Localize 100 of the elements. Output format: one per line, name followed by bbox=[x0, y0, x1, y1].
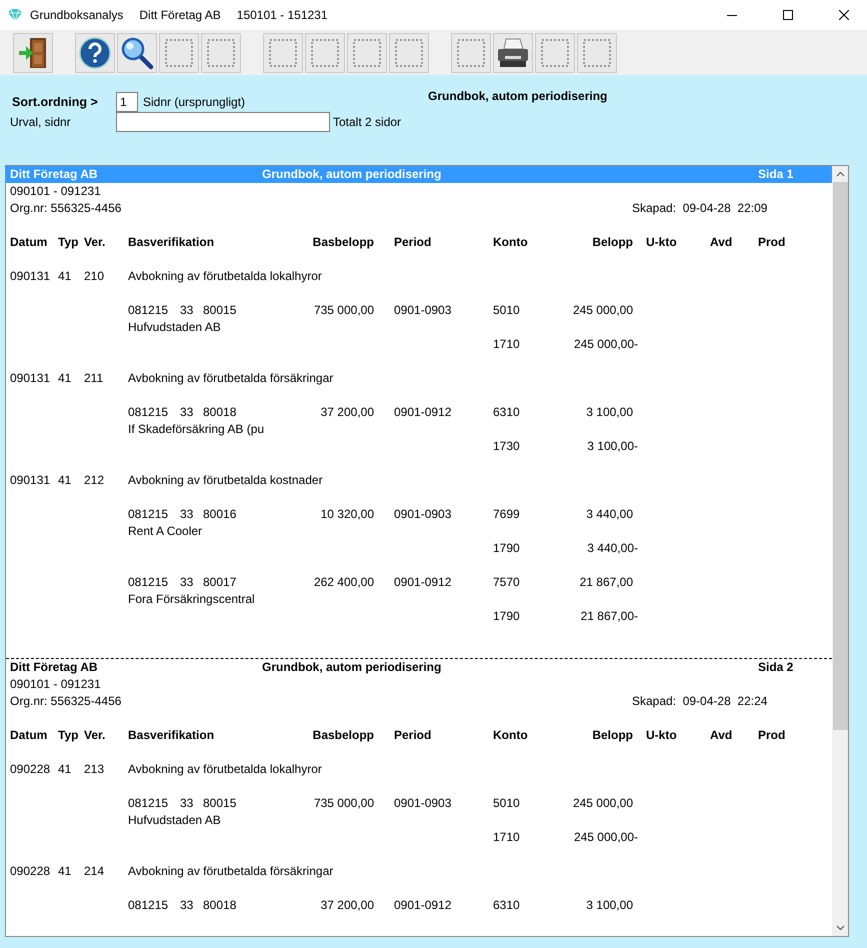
base-voucher-cell: 80015 bbox=[203, 302, 236, 319]
account-cell-text: 6310 bbox=[493, 897, 521, 914]
column-header: Basverifikation bbox=[128, 727, 216, 744]
counterparty-cell: Fora Försäkringscentral bbox=[128, 591, 255, 608]
column-header: Basbelopp bbox=[312, 727, 374, 744]
base-amount-cell-text: 735 000,00 bbox=[312, 302, 374, 319]
sort-order-label: Sort.ordning > bbox=[11, 95, 99, 109]
account-cell-text: 5010 bbox=[493, 302, 521, 319]
empty-toolbar-button[interactable] bbox=[263, 32, 303, 72]
period-cell-text: 0901-0912 bbox=[394, 897, 452, 914]
amount-cell-text: 3 100,00 bbox=[585, 897, 633, 914]
period-cell-text: 0901-0912 bbox=[394, 574, 452, 591]
base-type-cell-text: 33 bbox=[180, 302, 194, 319]
empty-toolbar-button[interactable] bbox=[577, 32, 617, 72]
column-header: Prod bbox=[758, 234, 786, 251]
exit-button[interactable] bbox=[13, 32, 53, 72]
base-voucher-cell: 80018 bbox=[203, 897, 236, 914]
base-amount-cell-text: 37 200,00 bbox=[320, 404, 374, 421]
scroll-down-icon[interactable] bbox=[836, 925, 844, 931]
base-date-cell-text: 081215 bbox=[128, 404, 170, 421]
counterparty-cell: Rent A Cooler bbox=[128, 523, 202, 540]
description-cell: Avbokning av förutbetalda lokalhyror bbox=[128, 761, 322, 778]
amount-cell-text: 3 100,00 bbox=[585, 404, 633, 421]
column-header: U-kto bbox=[646, 234, 678, 251]
base-amount-cell-text: 735 000,00 bbox=[312, 795, 374, 812]
base-date-cell-text: 081215 bbox=[128, 897, 170, 914]
maximize-icon[interactable] bbox=[783, 10, 793, 20]
close-icon[interactable] bbox=[839, 10, 849, 20]
date-cell-text: 090131 bbox=[10, 370, 52, 387]
sort-order-field[interactable]: 1 bbox=[116, 92, 138, 112]
account-cell-text: 7570 bbox=[493, 574, 521, 591]
period-cell-text: 0901-0903 bbox=[394, 795, 452, 812]
base-type-cell-text: 33 bbox=[180, 506, 194, 523]
selection-field[interactable] bbox=[116, 112, 330, 132]
window-title: 150101 - 151231 bbox=[236, 8, 328, 22]
window-title: Grundboksanalys bbox=[30, 8, 124, 22]
column-header: Prod bbox=[758, 727, 786, 744]
base-voucher-cell: 80015 bbox=[203, 795, 236, 812]
search-button[interactable] bbox=[117, 32, 157, 72]
voucher-cell-text: 213 bbox=[84, 761, 106, 778]
scroll-up-icon[interactable] bbox=[836, 171, 844, 177]
amount-cell: 245 000,00- bbox=[574, 337, 638, 351]
page-number: Sida 1 bbox=[758, 166, 794, 183]
base-date-cell-text: 081215 bbox=[128, 574, 170, 591]
account-cell-text: 1710 bbox=[493, 829, 521, 846]
column-header: Ver. bbox=[84, 727, 106, 744]
page-header-bar[interactable]: Ditt Företag AB Grundbok, autom periodisering Sida 2 bbox=[6, 659, 832, 676]
total-pages-text: Totalt 2 sidor bbox=[333, 115, 402, 129]
base-amount-cell-text: 262 400,00 bbox=[312, 574, 374, 591]
description-cell: Avbokning av förutbetalda försäkringar bbox=[128, 370, 334, 387]
type-cell-text: 41 bbox=[58, 761, 72, 778]
sort-order-text: Sidnr (ursprungligt) bbox=[143, 95, 246, 109]
counterparty-cell: Hufvudstaden AB bbox=[128, 812, 221, 829]
amount-cell-text: 245 000,00 bbox=[572, 795, 633, 812]
date-cell-text: 090228 bbox=[10, 863, 52, 880]
org-number: Org.nr: 556325-4456 bbox=[10, 200, 122, 217]
empty-toolbar-button[interactable] bbox=[389, 32, 429, 72]
column-header: Period bbox=[394, 727, 432, 744]
base-date-cell-text: 081215 bbox=[128, 506, 170, 523]
date-cell-text: 090228 bbox=[10, 761, 52, 778]
scrollbar[interactable] bbox=[832, 166, 848, 936]
period-cell-text: 0901-0903 bbox=[394, 506, 452, 523]
type-cell-text: 41 bbox=[58, 863, 72, 880]
created-text: Skapad: 09-04-28 22:24 bbox=[632, 693, 768, 710]
page-number: Sida 2 bbox=[758, 659, 794, 676]
amount-cell: 21 867,00- bbox=[580, 609, 638, 623]
column-header: Ver. bbox=[84, 234, 106, 251]
print-button[interactable] bbox=[493, 32, 533, 72]
help-button[interactable] bbox=[75, 32, 115, 72]
column-header: Avd bbox=[710, 234, 734, 251]
date-cell-text: 090131 bbox=[10, 268, 52, 285]
column-header: Typ bbox=[58, 234, 80, 251]
amount-cell: 245 000,00- bbox=[574, 830, 638, 844]
base-voucher-cell: 80018 bbox=[203, 404, 236, 421]
empty-toolbar-button[interactable] bbox=[201, 32, 241, 72]
selection-label: Urval, sidnr bbox=[9, 115, 72, 129]
base-date-cell-text: 081215 bbox=[128, 302, 170, 319]
org-number: Org.nr: 556325-4456 bbox=[10, 693, 122, 710]
empty-toolbar-button[interactable] bbox=[347, 32, 387, 72]
description-cell: Avbokning av förutbetalda försäkringar bbox=[128, 863, 334, 880]
column-header: Datum bbox=[10, 727, 48, 744]
type-cell-text: 41 bbox=[58, 472, 72, 489]
column-header: Konto bbox=[493, 234, 529, 251]
column-header: Belopp bbox=[591, 727, 633, 744]
account-cell-text: 1710 bbox=[493, 336, 521, 353]
company-name: Ditt Företag AB bbox=[10, 166, 99, 183]
diamond-icon bbox=[8, 9, 22, 21]
column-header: Konto bbox=[493, 727, 529, 744]
type-cell-text: 41 bbox=[58, 370, 72, 387]
empty-toolbar-button[interactable] bbox=[305, 32, 345, 72]
page-title: Grundbok, autom periodisering bbox=[262, 659, 442, 676]
base-voucher-cell: 80016 bbox=[203, 506, 236, 523]
company-name: Ditt Företag AB bbox=[10, 659, 99, 676]
account-cell-text: 6310 bbox=[493, 404, 521, 421]
type-cell-text: 41 bbox=[58, 268, 72, 285]
counterparty-cell: Hufvudstaden AB bbox=[128, 319, 221, 336]
description-cell: Avbokning av förutbetalda lokalhyror bbox=[128, 268, 322, 285]
column-header: Belopp bbox=[591, 234, 633, 251]
base-type-cell-text: 33 bbox=[180, 574, 194, 591]
column-header: Basverifikation bbox=[128, 234, 216, 251]
